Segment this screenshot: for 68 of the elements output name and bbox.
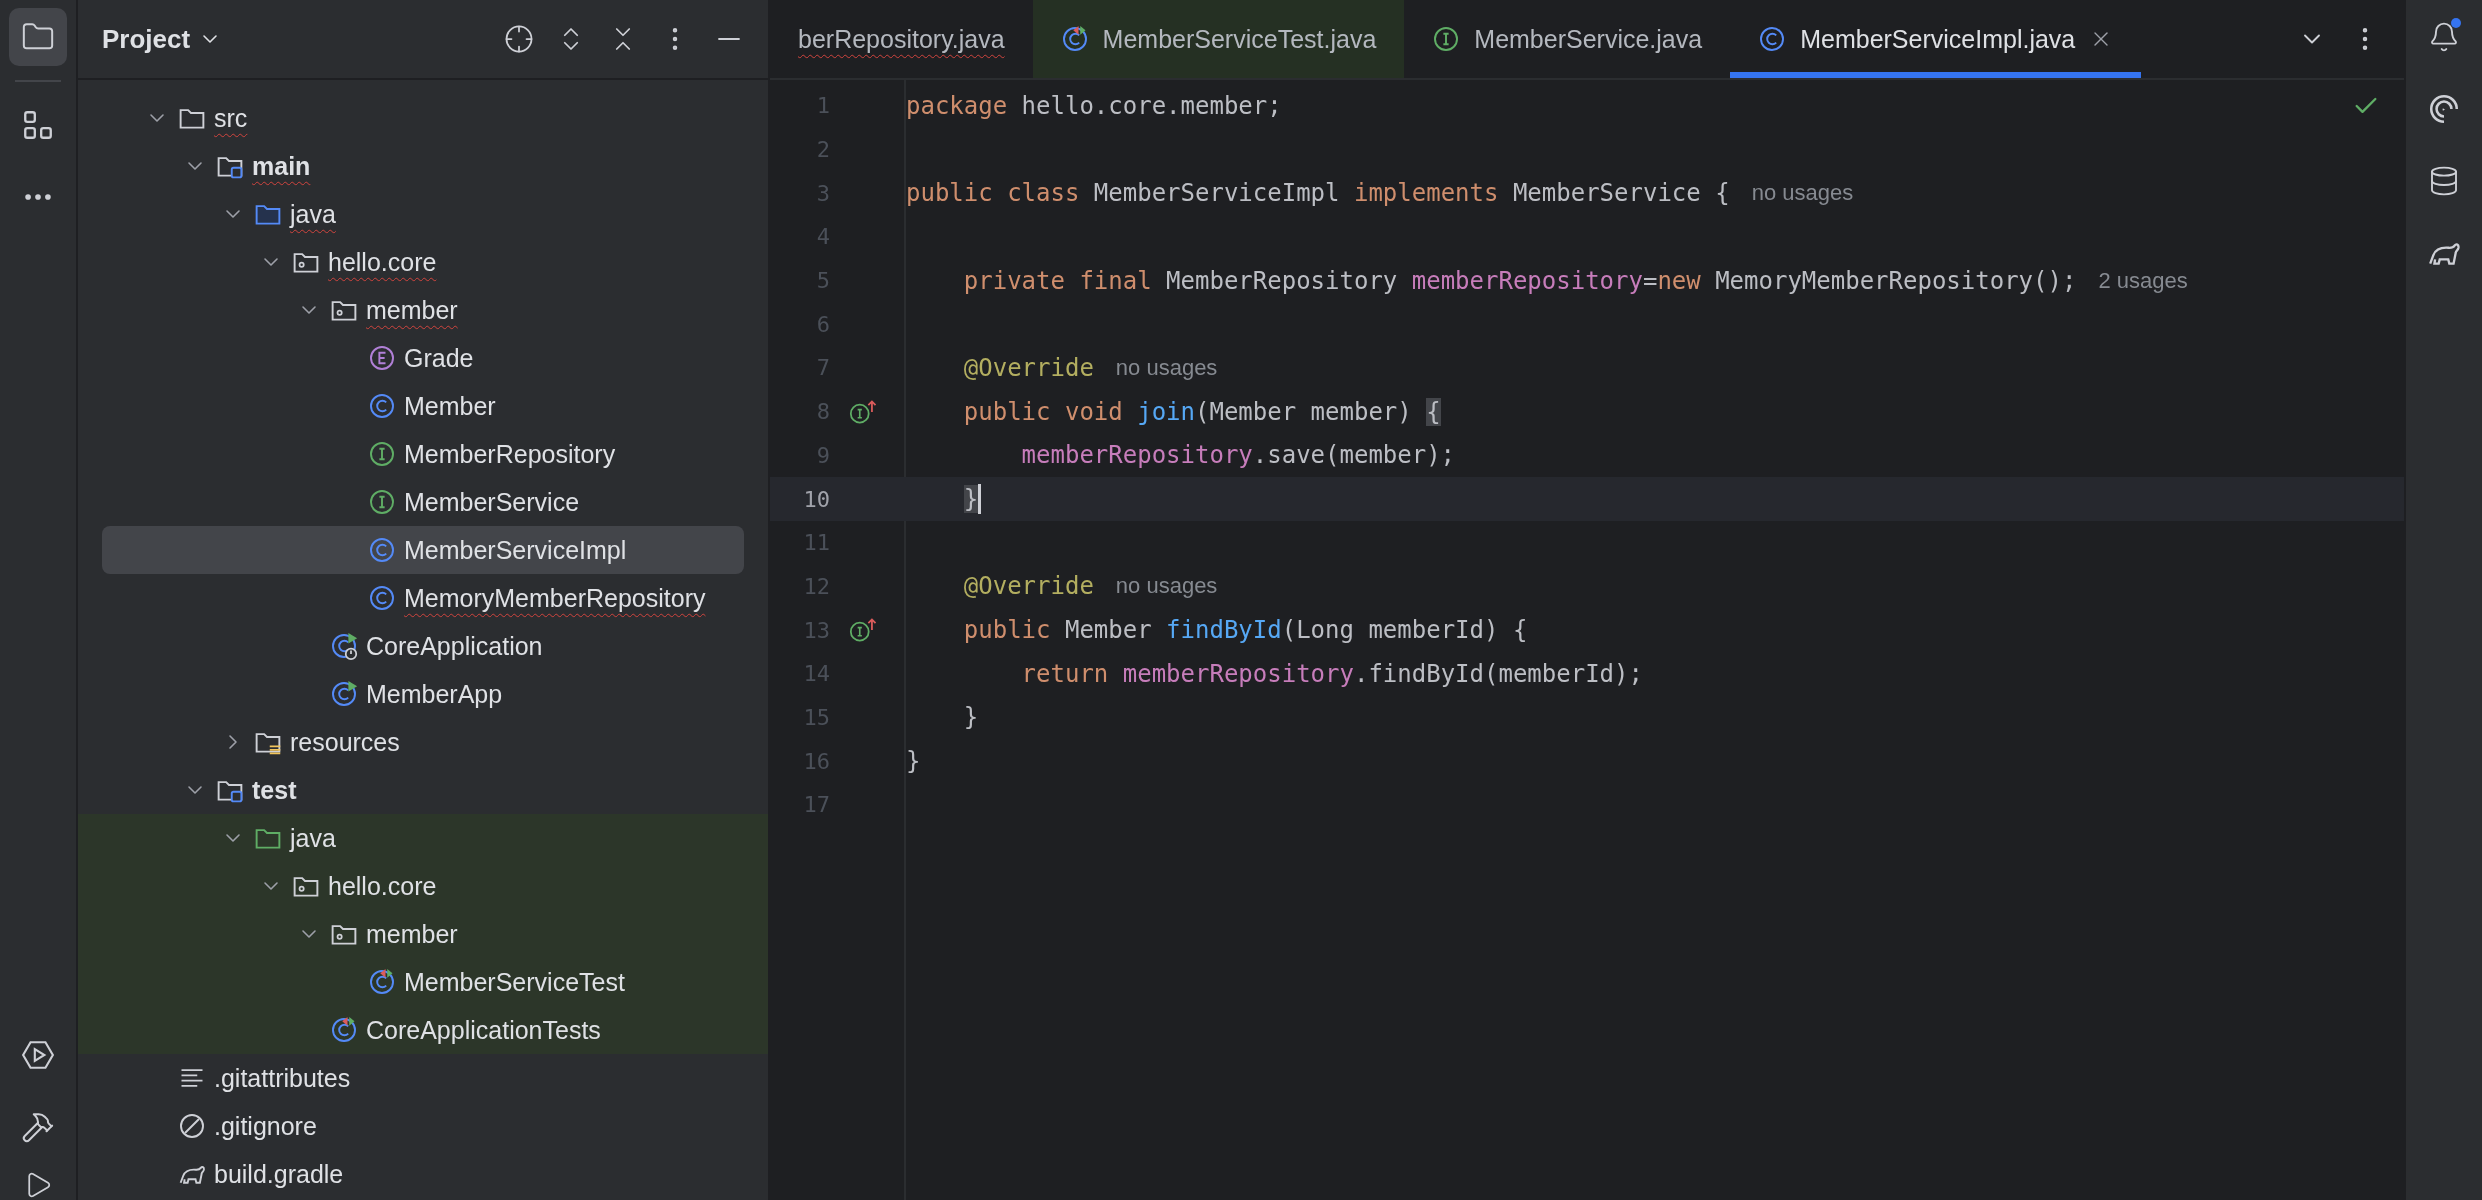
tree-item[interactable]: MemberServiceTest	[78, 958, 768, 1006]
line-number: 10	[802, 486, 830, 512]
tree-item[interactable]: MemberServiceImpl	[102, 526, 744, 574]
locate-icon[interactable]	[504, 24, 534, 54]
run-icon[interactable]	[21, 1038, 55, 1072]
editor-tab[interactable]: MemberServiceImpl.java	[1730, 0, 2142, 78]
ignore-file-icon	[178, 1112, 206, 1140]
tree-item[interactable]: CoreApplicationTests	[78, 1006, 768, 1054]
tree-item[interactable]: hello.core	[78, 862, 768, 910]
project-view-selector[interactable]: Project	[102, 23, 223, 55]
tree-item[interactable]: build.gradle	[102, 1150, 744, 1198]
class-icon	[368, 536, 396, 564]
enum-icon	[368, 344, 396, 372]
class-icon	[368, 584, 396, 612]
text-caret	[978, 484, 982, 515]
class-icon	[1758, 25, 1787, 53]
code-line: }	[906, 747, 921, 776]
editor-tab[interactable]: MemberServiceTest.java	[1032, 0, 1405, 78]
code-line: package hello.core.member;	[906, 91, 1282, 120]
code-line: @Override	[962, 353, 1094, 382]
tree-item[interactable]: Grade	[102, 334, 744, 382]
hammer-icon[interactable]	[21, 1110, 55, 1144]
notifications-icon[interactable]	[2428, 21, 2460, 53]
spring-app-icon	[330, 632, 358, 660]
code-line: }	[962, 703, 979, 732]
implements-interface-icon[interactable]	[848, 617, 878, 644]
interface-icon	[368, 440, 396, 468]
tree-item[interactable]: Member	[102, 382, 744, 430]
test-class-icon	[368, 968, 396, 996]
tree-item[interactable]: .gitattributes	[102, 1054, 744, 1102]
tree-item[interactable]: test	[102, 766, 744, 814]
implements-interface-icon[interactable]	[848, 398, 878, 425]
database-icon[interactable]	[2428, 165, 2460, 197]
code-line: return memberRepository.findById(memberId);	[1020, 659, 1643, 688]
tree-item[interactable]: MemberApp	[102, 670, 744, 718]
tree-item[interactable]: src	[102, 94, 744, 142]
code-line: memberRepository.save(member);	[1020, 441, 1456, 470]
tree-item[interactable]: hello.core	[102, 238, 744, 286]
code-line: private final MemberRepository memberRepository=new MemoryMemberRepository();	[962, 266, 2077, 295]
tree-item[interactable]: MemoryMemberRepository	[102, 574, 744, 622]
test-class-icon	[330, 1016, 358, 1044]
spiral-icon[interactable]	[2427, 92, 2461, 126]
tree-item[interactable]: resources	[102, 718, 744, 766]
code-line: public class MemberServiceImpl implements MemberService {	[906, 179, 1730, 208]
test-class-icon	[1060, 25, 1089, 53]
class-icon	[368, 392, 396, 420]
tree-item[interactable]: main	[102, 142, 744, 190]
tree-item[interactable]: java	[78, 814, 768, 862]
runnable-icon	[330, 680, 358, 708]
structure-icon[interactable]	[21, 108, 55, 142]
usage-hint[interactable]: no usages	[1751, 180, 1854, 207]
editor-tab[interactable]: MemberService.java	[1404, 0, 1731, 78]
tree-item[interactable]: CoreApplication	[102, 622, 744, 670]
tree-item[interactable]: .gitignore	[102, 1102, 744, 1150]
code-line: public Member findById(Long memberId) {	[962, 616, 1528, 645]
code-line: @Override	[962, 572, 1094, 601]
code-line: public void join(Member member) {	[962, 397, 1441, 426]
tree-item[interactable]: member	[78, 910, 768, 958]
usage-hint[interactable]: no usages	[1115, 573, 1218, 600]
tree-item[interactable]: java	[102, 190, 744, 238]
tree-item[interactable]: MemberService	[102, 478, 744, 526]
tree-item[interactable]: MemberRepository	[102, 430, 744, 478]
interface-icon	[1432, 25, 1461, 53]
interface-icon	[368, 488, 396, 516]
editor-tab[interactable]: berRepository.java	[770, 0, 1033, 78]
usage-hint[interactable]: no usages	[1115, 354, 1218, 381]
tree-item[interactable]: member	[102, 286, 744, 334]
usage-hint[interactable]: 2 usages	[2098, 267, 2188, 294]
